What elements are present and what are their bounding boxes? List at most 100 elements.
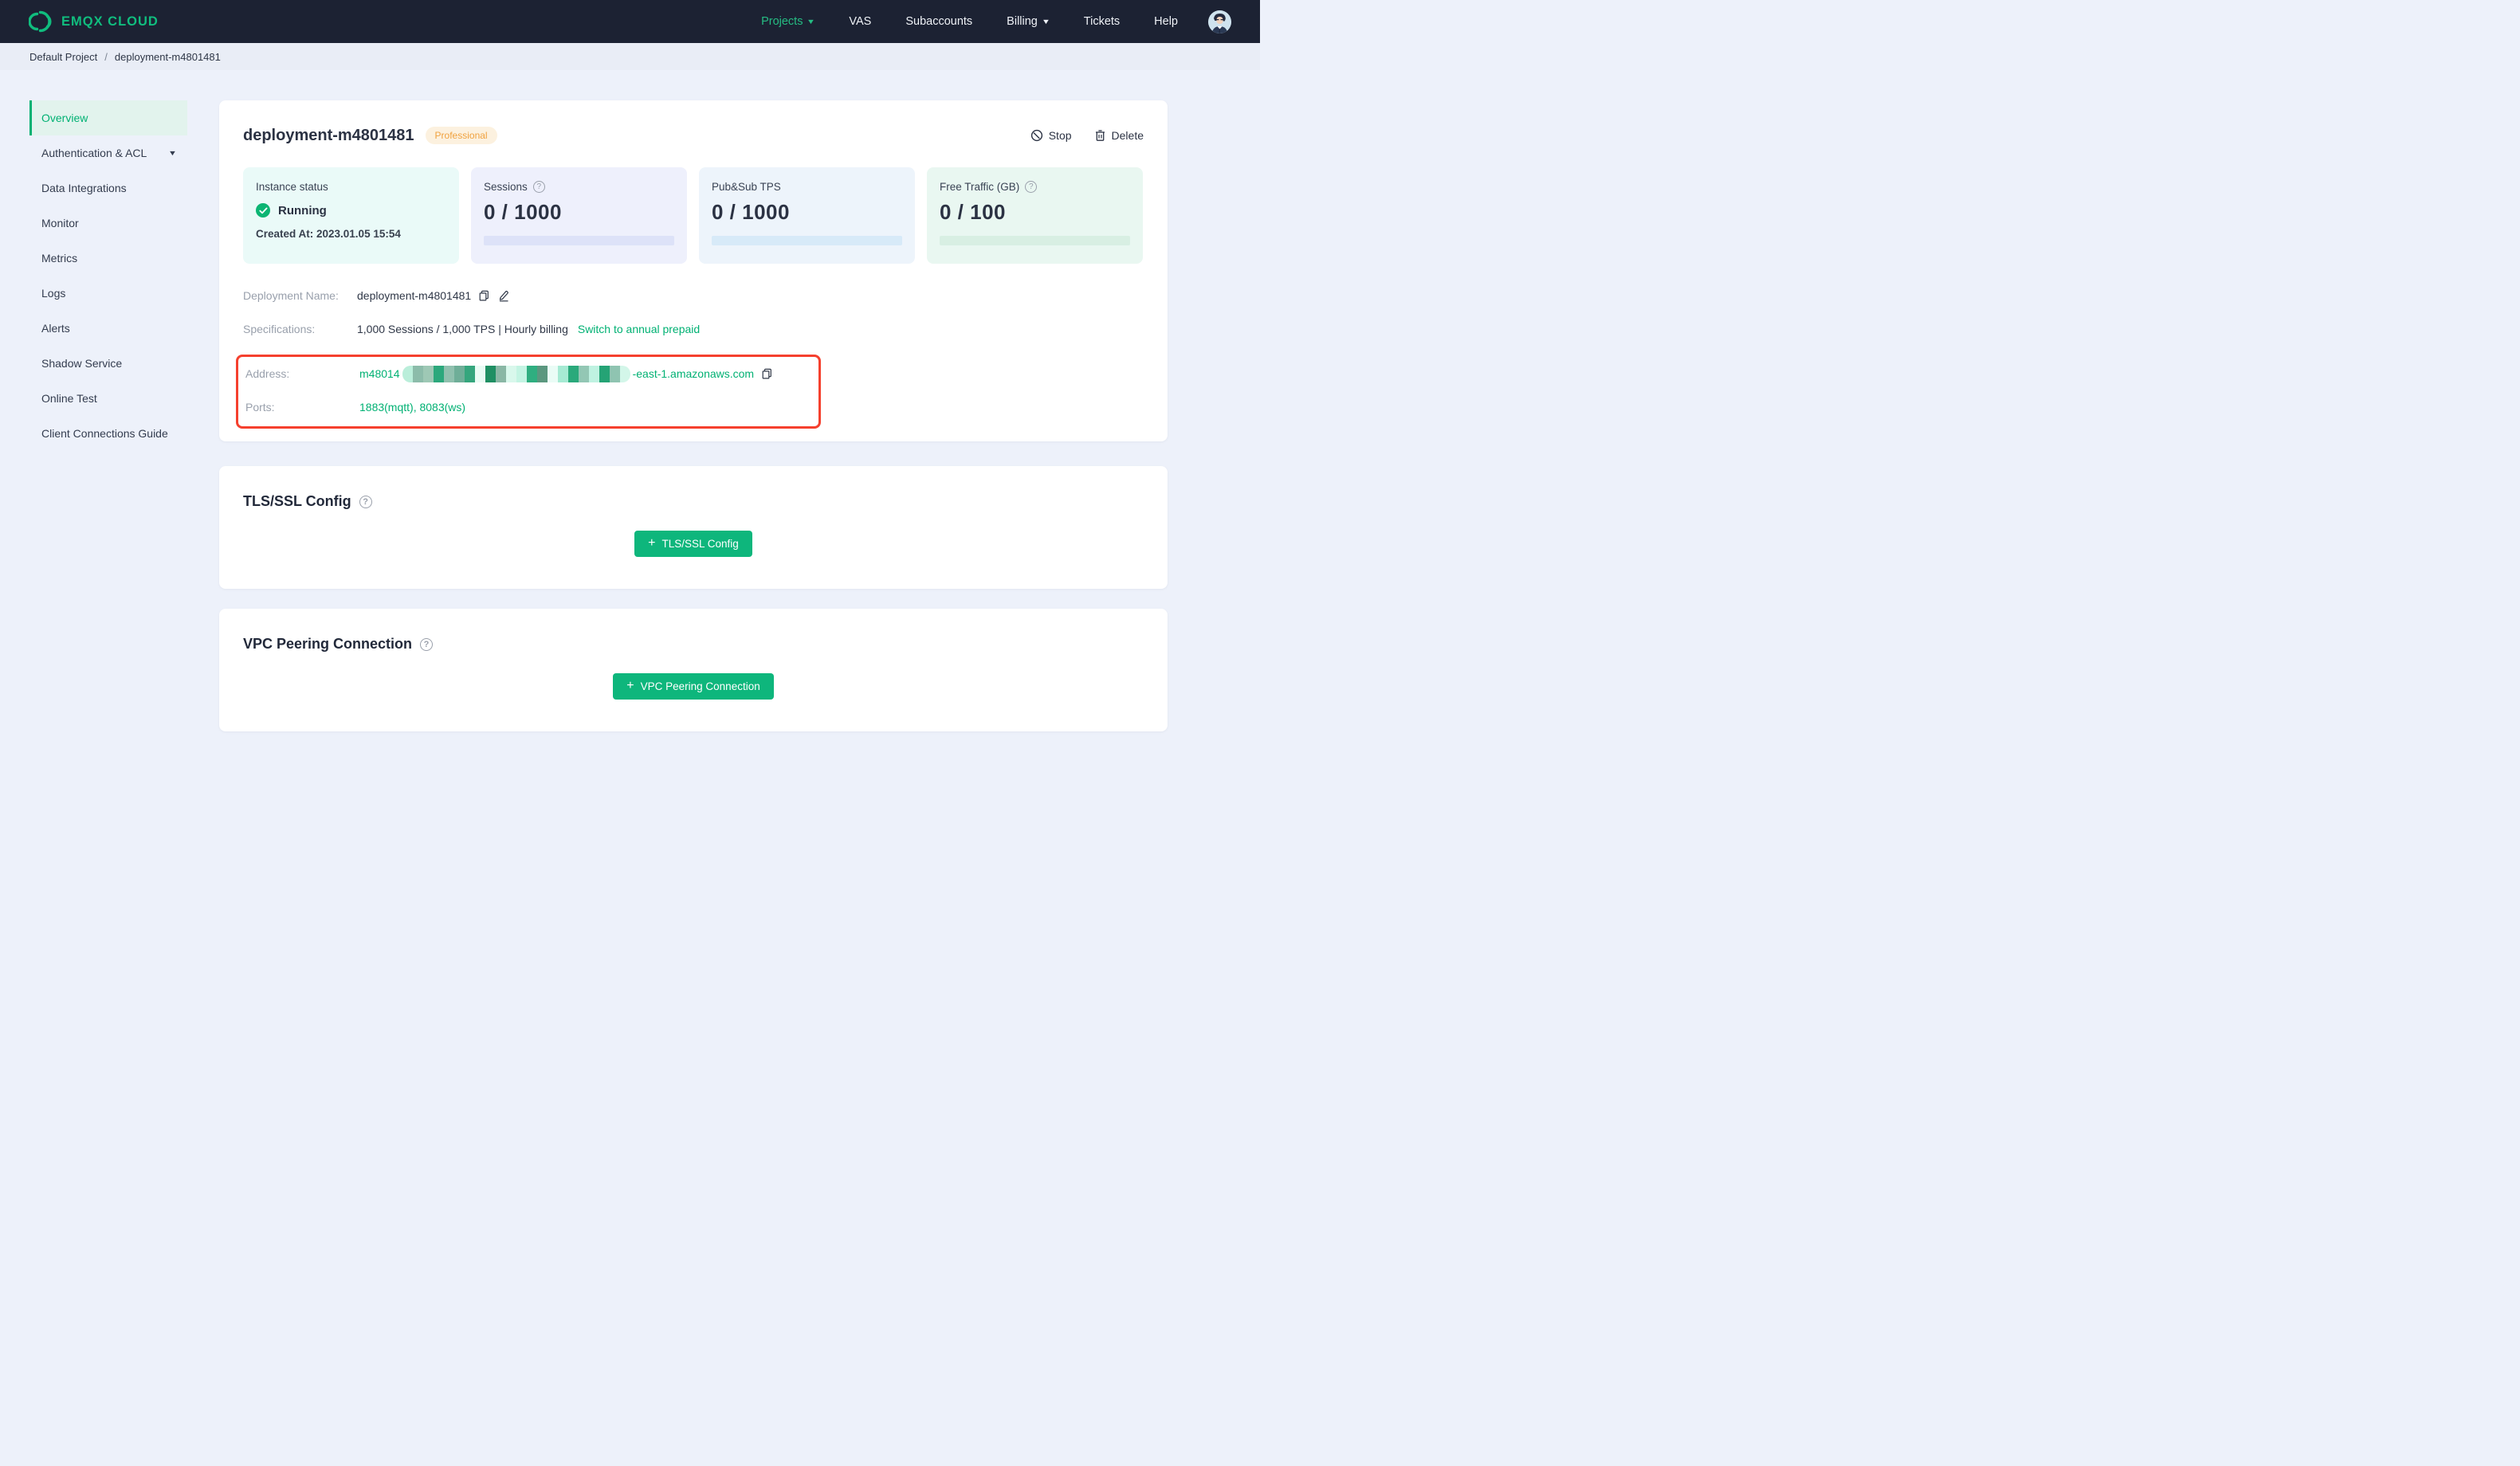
stat-card-free-traffic-gb: Free Traffic (GB)? 0 / 100 [927,167,1143,264]
redaction-block [433,365,444,382]
sidebar-item-metrics[interactable]: Metrics [29,241,187,276]
add-tls-ssl-config-button[interactable]: + TLS/SSL Config [634,531,752,557]
sidebar-item-label: Shadow Service [41,357,123,370]
redaction-block [443,365,454,382]
stop-icon [1030,129,1042,142]
address-prefix: m48014 [359,367,400,380]
help-icon[interactable]: ? [359,495,372,508]
stat-card-sessions: Sessions? 0 / 1000 [471,167,687,264]
sidebar-item-shadow-service[interactable]: Shadow Service [29,346,187,381]
nav-item-tickets[interactable]: Tickets [1084,15,1120,28]
sidebar-item-authentication-acl[interactable]: Authentication & ACL ▼ [29,135,187,171]
copy-deployment-name-button[interactable] [478,290,490,302]
nav-item-help[interactable]: Help [1154,15,1178,28]
ports-value: 1883(mqtt), 8083(ws) [359,401,466,414]
specifications-value: 1,000 Sessions / 1,000 TPS | Hourly bill… [357,323,568,335]
redaction-block [422,365,434,382]
breadcrumb-separator: / [104,50,108,63]
edit-pencil-icon [499,290,509,302]
redaction-block [474,365,485,382]
sidebar-item-label: Client Connections Guide [41,427,168,440]
vpc-section-title: VPC Peering Connection [243,636,413,652]
nav-item-label: VAS [849,15,872,28]
plus-icon: + [648,536,656,550]
sidebar-item-label: Overview [41,112,88,124]
stat-label-row: Pub&Sub TPS [712,181,902,193]
user-avatar[interactable] [1208,10,1231,33]
breadcrumb-project[interactable]: Default Project [29,51,97,63]
sidebar-nav: Overview Authentication & ACL ▼ Data Integr… [0,70,187,451]
redaction-block [505,365,516,382]
specifications-row: Specifications: 1,000 Sessions / 1,000 T… [243,321,1144,337]
add-tls-ssl-config-label: TLS/SSL Config [661,538,739,550]
sidebar-item-label: Monitor [41,217,79,229]
delete-button-label: Delete [1111,129,1144,142]
redaction-block [557,365,568,382]
redaction-block [464,365,475,382]
specifications-label: Specifications: [243,323,316,335]
add-vpc-peering-button[interactable]: + VPC Peering Connection [613,673,774,700]
sidebar-item-label: Metrics [41,252,78,265]
address-suffix: -east-1.amazonaws.com [632,367,755,380]
stats-row: Instance status Running Created At: 2023… [243,167,1144,264]
address-row: Address: m48014 -east-1.amazonaws.com [245,365,809,382]
help-icon[interactable]: ? [532,181,545,193]
nav-item-vas[interactable]: VAS [849,15,871,28]
edit-deployment-name-button[interactable] [497,289,510,302]
breadcrumb: Default Project / deployment-m4801481 [0,43,1260,70]
sidebar-item-label: Alerts [41,322,70,335]
redaction-block [599,365,610,382]
emqx-logo-icon [29,10,52,33]
copy-address-button[interactable] [761,368,773,380]
sidebar-item-data-integrations[interactable]: Data Integrations [29,171,187,206]
connection-highlight-box: Address: m48014 -east-1.amazonaws.com Po… [236,355,821,429]
chevron-down-icon: ▼ [1041,18,1050,25]
usage-progress-bar [940,236,1130,245]
emqx-logo[interactable]: EMQX CLOUD [29,10,159,33]
running-check-icon [256,203,270,218]
nav-item-subaccounts[interactable]: Subaccounts [905,15,972,28]
nav-item-label: Help [1154,15,1178,28]
redaction-block [609,365,620,382]
vpc-peering-section: VPC Peering Connection ? + VPC Peering C… [219,609,1168,731]
top-header: EMQX CLOUD Projects ▼ VAS Subaccounts Billin… [0,0,1260,43]
deployment-name-value: deployment-m4801481 [357,289,472,302]
sidebar-item-online-test[interactable]: Online Test [29,381,187,416]
deployment-header: deployment-m4801481 Professional Stop De… [243,124,1144,147]
sidebar-item-alerts[interactable]: Alerts [29,311,187,346]
copy-icon [762,368,772,379]
redaction-block [588,365,599,382]
nav-item-label: Tickets [1083,15,1121,28]
avatar-illustration [1208,10,1231,33]
main-content: deployment-m4801481 Professional Stop De… [219,70,1168,731]
nav-item-billing[interactable]: Billing ▼ [1007,15,1050,28]
redaction-block [516,365,527,382]
sidebar-item-overview[interactable]: Overview [29,100,187,135]
stat-label-row: Sessions? [484,181,674,193]
help-icon[interactable]: ? [420,637,434,651]
sidebar-item-logs[interactable]: Logs [29,276,187,311]
stat-label: Pub&Sub TPS [712,181,781,193]
ports-label: Ports: [245,401,275,414]
brand-name: EMQX CLOUD [61,14,159,29]
deployment-info: Deployment Name: deployment-m4801481 Spe… [236,288,1144,429]
sidebar-item-monitor[interactable]: Monitor [29,206,187,241]
switch-annual-prepaid-link[interactable]: Switch to annual prepaid [578,323,700,335]
address-label: Address: [245,367,290,380]
help-icon[interactable]: ? [1025,181,1038,193]
stat-value: 0 / 100 [940,200,1007,224]
redaction-block [536,365,548,382]
stop-button[interactable]: Stop [1030,129,1072,142]
instance-status-value: Running [278,203,327,218]
nav-item-projects[interactable]: Projects ▼ [761,15,815,28]
delete-button[interactable]: Delete [1094,129,1144,142]
sidebar-item-label: Data Integrations [41,182,127,194]
sidebar-item-client-connections-guide[interactable]: Client Connections Guide [29,416,187,451]
ports-row: Ports: 1883(mqtt), 8083(ws) [245,399,809,415]
usage-progress-bar [712,236,902,245]
redaction-block [485,365,496,382]
stop-button-label: Stop [1048,129,1072,142]
plan-badge: Professional [425,126,497,145]
stat-label-row: Free Traffic (GB)? [940,181,1130,193]
copy-icon [479,290,489,301]
